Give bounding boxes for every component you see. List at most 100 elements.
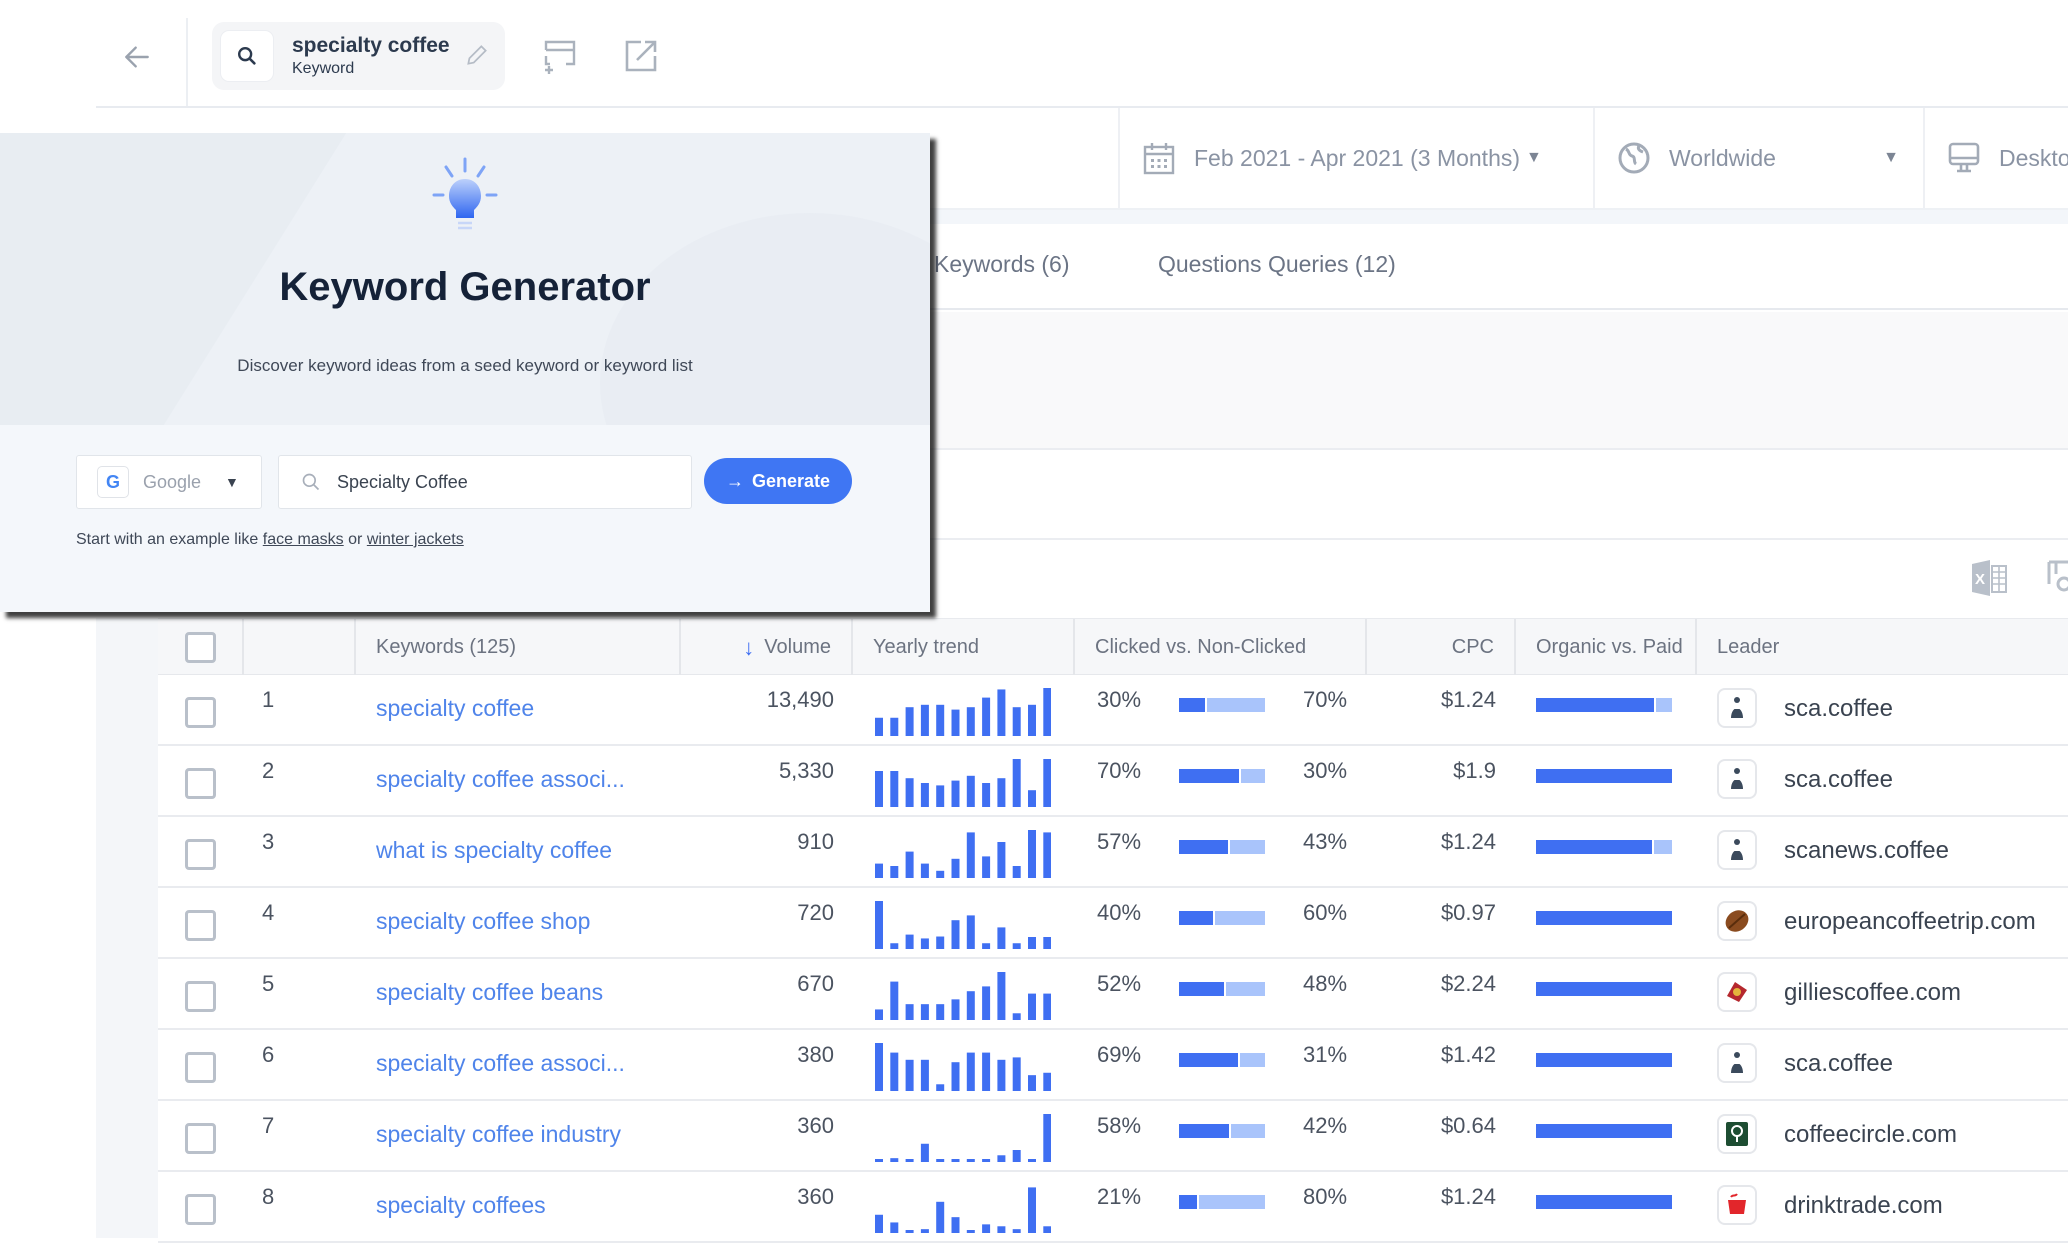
generate-button[interactable]: → Generate bbox=[704, 458, 852, 504]
edit-button[interactable] bbox=[464, 42, 490, 73]
nonclicked-segment bbox=[1240, 1053, 1265, 1067]
row-checkbox[interactable] bbox=[185, 981, 216, 1012]
table-row[interactable]: 2 specialty coffee associ... 5,330 70% 3… bbox=[158, 746, 2068, 817]
leader-favicon-icon bbox=[1717, 1185, 1757, 1225]
trend-bar bbox=[920, 1059, 929, 1091]
keyword-link[interactable]: what is specialty coffee bbox=[376, 837, 612, 864]
open-external-button[interactable] bbox=[617, 32, 665, 80]
trend-bar bbox=[1043, 1072, 1051, 1091]
clicked-vs-nonclicked-bar bbox=[1179, 911, 1265, 925]
row-rank: 4 bbox=[262, 900, 275, 925]
organic-vs-paid-bar bbox=[1536, 840, 1672, 854]
row-checkbox[interactable] bbox=[185, 910, 216, 941]
trend-bar bbox=[875, 717, 883, 736]
clicked-header[interactable]: Clicked vs. Non-Clicked bbox=[1075, 619, 1367, 676]
trend-bar bbox=[905, 1059, 914, 1091]
leader-domain[interactable]: scanews.coffee bbox=[1784, 837, 1949, 865]
modal-title: Keyword Generator bbox=[279, 265, 651, 309]
leader-domain[interactable]: sca.coffee bbox=[1784, 695, 1893, 723]
trend-bar bbox=[920, 938, 929, 949]
organic-segment bbox=[1536, 769, 1672, 783]
trend-header[interactable]: Yearly trend bbox=[853, 619, 1075, 676]
leader-favicon-icon bbox=[1717, 688, 1757, 728]
trend-bar bbox=[1012, 1057, 1021, 1091]
row-checkbox[interactable] bbox=[185, 1123, 216, 1154]
row-checkbox[interactable] bbox=[185, 1194, 216, 1225]
leader-header[interactable]: Leader bbox=[1697, 619, 2068, 676]
organic-header[interactable]: Organic vs. Paid bbox=[1516, 619, 1697, 676]
trend-bar bbox=[982, 1224, 991, 1233]
leader-domain[interactable]: sca.coffee bbox=[1784, 766, 1893, 794]
clicked-percent: 70% bbox=[1097, 758, 1142, 783]
row-checkbox[interactable] bbox=[185, 697, 216, 728]
trend-bar bbox=[982, 986, 991, 1020]
table-row[interactable]: 5 specialty coffee beans 670 52% 48% $2.… bbox=[158, 959, 2068, 1030]
tab-keywords[interactable]: Keywords (6) bbox=[934, 251, 1069, 278]
leader-domain[interactable]: sca.coffee bbox=[1784, 1050, 1893, 1078]
table-row[interactable]: 1 specialty coffee 13,490 30% 70% $1.24 … bbox=[158, 675, 2068, 746]
keyword-link[interactable]: specialty coffee industry bbox=[376, 1121, 621, 1148]
keyword-link[interactable]: specialty coffee beans bbox=[376, 979, 603, 1006]
search-chip[interactable]: specialty coffee Keyword bbox=[212, 22, 505, 90]
keyword-link[interactable]: specialty coffees bbox=[376, 1192, 546, 1219]
chevron-down-icon: ▼ bbox=[1883, 149, 1899, 166]
keyword-link[interactable]: specialty coffee shop bbox=[376, 908, 590, 935]
keyword-link[interactable]: specialty coffee associ... bbox=[376, 1050, 625, 1077]
seed-keyword-input[interactable] bbox=[337, 471, 657, 493]
export-excel-button[interactable]: X bbox=[1970, 558, 2010, 603]
keywords-header[interactable]: Keywords (125) bbox=[356, 619, 681, 676]
add-to-compare-icon bbox=[544, 40, 576, 74]
trend-bar bbox=[966, 1230, 975, 1233]
trend-bar bbox=[905, 1004, 914, 1020]
trend-bar bbox=[1012, 1150, 1021, 1162]
example-link-winter-jackets[interactable]: winter jackets bbox=[367, 531, 464, 548]
trend-bar bbox=[951, 999, 960, 1020]
back-button[interactable] bbox=[115, 35, 159, 79]
table-settings-button[interactable] bbox=[2046, 558, 2068, 603]
table-header: Keywords (125) ↓ Volume Yearly trend Cli… bbox=[158, 618, 2068, 676]
select-all-checkbox[interactable] bbox=[184, 632, 216, 663]
trend-bar bbox=[890, 1222, 899, 1233]
leader-domain[interactable]: coffeecircle.com bbox=[1784, 1121, 1957, 1149]
keyword-link[interactable]: specialty coffee bbox=[376, 695, 534, 722]
keyword-link[interactable]: specialty coffee associ... bbox=[376, 766, 625, 793]
volume-value: 360 bbox=[797, 1113, 834, 1138]
table-row[interactable]: 6 specialty coffee associ... 380 69% 31%… bbox=[158, 1030, 2068, 1101]
search-icon bbox=[302, 473, 320, 491]
organic-segment bbox=[1536, 1124, 1672, 1138]
globe-icon bbox=[1618, 142, 1650, 174]
device-selector[interactable]: Deskto bbox=[1923, 108, 2068, 208]
search-engine-select[interactable]: G Google ▼ bbox=[76, 455, 262, 509]
desktop-icon bbox=[1948, 142, 1980, 173]
trend-bar bbox=[936, 1201, 945, 1233]
search-icon bbox=[238, 47, 256, 65]
row-checkbox[interactable] bbox=[185, 839, 216, 870]
cpc-value: $1.24 bbox=[1440, 1184, 1496, 1209]
date-range-picker[interactable]: Feb 2021 - Apr 2021 (3 Months) ▼ bbox=[1118, 108, 1593, 208]
country-selector[interactable]: Worldwide ▼ bbox=[1593, 108, 1923, 208]
tab-questions-queries[interactable]: Questions Queries (12) bbox=[1158, 251, 1396, 278]
cpc-header[interactable]: CPC bbox=[1367, 619, 1516, 676]
yearly-trend-chart bbox=[875, 1114, 1051, 1162]
yearly-trend-chart bbox=[875, 972, 1051, 1020]
add-to-compare-button[interactable] bbox=[536, 32, 584, 80]
trend-bar bbox=[936, 1084, 945, 1091]
cpc-value: $1.24 bbox=[1440, 687, 1496, 712]
row-checkbox[interactable] bbox=[185, 768, 216, 799]
leader-domain[interactable]: gilliescoffee.com bbox=[1784, 979, 1961, 1007]
volume-header[interactable]: ↓ Volume bbox=[681, 619, 853, 676]
table-row[interactable]: 4 specialty coffee shop 720 40% 60% $0.9… bbox=[158, 888, 2068, 959]
table-row[interactable]: 7 specialty coffee industry 360 58% 42% … bbox=[158, 1101, 2068, 1172]
excel-icon: X bbox=[1972, 560, 2007, 596]
leader-domain[interactable]: europeancoffeetrip.com bbox=[1784, 908, 2036, 936]
table-row[interactable]: 8 specialty coffees 360 21% 80% $1.24 dr… bbox=[158, 1172, 2068, 1243]
trend-bar bbox=[1028, 1159, 1036, 1162]
trend-bar bbox=[905, 851, 914, 878]
organic-segment bbox=[1536, 698, 1655, 712]
seed-keyword-field[interactable] bbox=[278, 455, 692, 509]
example-link-face-masks[interactable]: face masks bbox=[263, 531, 344, 548]
row-checkbox[interactable] bbox=[185, 1052, 216, 1083]
table-row[interactable]: 3 what is specialty coffee 910 57% 43% $… bbox=[158, 817, 2068, 888]
trend-bar bbox=[1012, 943, 1021, 949]
leader-domain[interactable]: drinktrade.com bbox=[1784, 1192, 1943, 1220]
